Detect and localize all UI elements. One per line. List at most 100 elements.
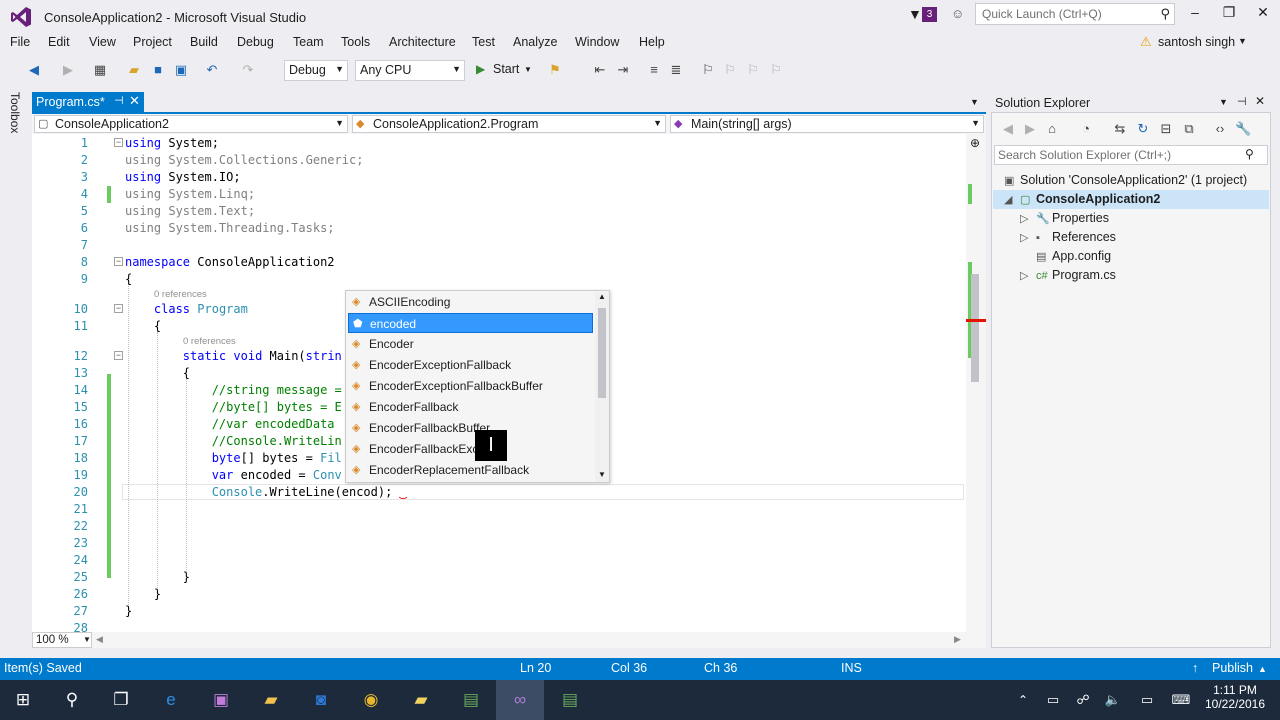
member-select[interactable]: ◆ Main(string[] args) ▼ [670, 115, 984, 133]
back-icon[interactable]: ◀ [1000, 121, 1016, 137]
intellisense-item[interactable]: ◈ EncoderExceptionFallbackBuffer [348, 376, 593, 396]
show-all-files-icon[interactable]: ⧉ [1181, 121, 1197, 137]
volume-icon[interactable]: 🔈 [1100, 688, 1126, 712]
scroll-thumb[interactable] [971, 274, 979, 382]
close-icon[interactable]: ✕ [129, 93, 140, 109]
collapse-icon[interactable]: − [114, 257, 123, 266]
home-icon[interactable]: ⌂ [1044, 121, 1060, 137]
outdent-icon[interactable]: ⇥ [615, 62, 631, 78]
app-icon[interactable]: ▤ [458, 688, 484, 712]
pending-changes-icon[interactable]: ◔ [1078, 121, 1094, 137]
expand-icon[interactable]: ▷ [1020, 269, 1036, 282]
tree-item-project[interactable]: ◢ ▢ ConsoleApplication2 [1004, 192, 1160, 206]
codelens-references[interactable]: 0 references [154, 289, 207, 300]
refresh-icon[interactable]: ↻ [1135, 121, 1151, 137]
menu-view[interactable]: View [89, 35, 116, 49]
intellisense-item[interactable]: ◈ EncoderReplacementFallback [348, 460, 593, 480]
minimize-button[interactable]: – [1180, 4, 1210, 24]
scroll-right-icon[interactable]: ▶ [954, 634, 961, 645]
notification-badge[interactable]: 3 [922, 7, 937, 22]
collapse-all-icon[interactable]: ⊟ [1158, 121, 1174, 137]
collapse-icon[interactable]: − [114, 351, 123, 360]
tray-expand-icon[interactable]: ⌃ [1010, 688, 1036, 712]
intellisense-item[interactable]: ◈ Encoder [348, 334, 593, 354]
user-dropdown-icon[interactable]: ▼ [1238, 36, 1247, 46]
sync-icon[interactable]: ⇆ [1112, 121, 1128, 137]
save-all-icon[interactable]: ▣ [173, 62, 189, 78]
menu-edit[interactable]: Edit [48, 35, 70, 49]
codelens-references[interactable]: 0 references [183, 336, 236, 347]
publish-dropdown-icon[interactable]: ▲ [1258, 664, 1267, 674]
filter-icon[interactable]: ▼ [908, 6, 922, 22]
zoom-select[interactable]: 100 % ▼ [32, 632, 92, 648]
window-position-icon[interactable]: ▼ [1219, 97, 1228, 107]
menu-help[interactable]: Help [639, 35, 665, 49]
restore-button[interactable]: ❐ [1214, 4, 1244, 24]
tab-overflow-icon[interactable]: ▼ [970, 97, 979, 107]
scroll-down-icon[interactable]: ▼ [598, 470, 606, 479]
menu-window[interactable]: Window [575, 35, 619, 49]
app-icon[interactable]: ▣ [208, 688, 234, 712]
scroll-left-icon[interactable]: ◀ [96, 634, 103, 645]
start-dropdown-icon[interactable]: ▼ [524, 65, 532, 74]
pin-icon[interactable]: ⊣ [114, 94, 124, 107]
file-explorer-icon[interactable]: ▰ [258, 688, 284, 712]
chrome-icon[interactable]: ◉ [358, 688, 384, 712]
editor-scrollbar[interactable]: ⊕ [966, 134, 986, 632]
properties-icon[interactable]: 🔧 [1235, 121, 1251, 137]
tree-item-program-cs[interactable]: ▷ c# Program.cs [1020, 268, 1116, 282]
solution-explorer-search[interactable]: Search Solution Explorer (Ctrl+;) ⚲ [994, 145, 1268, 165]
solution-platform-select[interactable]: Any CPU ▼ [355, 60, 465, 81]
toolbox-tab[interactable]: Toolbox [8, 92, 22, 133]
clear-bookmarks-icon[interactable]: ⚐ [768, 62, 784, 78]
menu-file[interactable]: File [10, 35, 30, 49]
intellisense-item[interactable]: ◈ EncoderFallbackExce [348, 439, 593, 459]
intellisense-item[interactable]: ◈ EncoderFallbackBuffer [348, 418, 593, 438]
navigate-back-icon[interactable]: ◀ [26, 62, 42, 78]
close-icon[interactable]: ✕ [1255, 94, 1265, 108]
expanded-icon[interactable]: ◢ [1004, 193, 1020, 206]
network-icon[interactable]: ☍ [1070, 688, 1096, 712]
publish-arrow-icon[interactable]: ↑ [1192, 661, 1198, 675]
close-button[interactable]: ✕ [1248, 4, 1278, 24]
bookmark-icon[interactable]: ⚐ [700, 62, 716, 78]
next-bookmark-icon[interactable]: ⚐ [745, 62, 761, 78]
outlook-icon[interactable]: ◙ [308, 688, 334, 712]
collapse-icon[interactable]: − [114, 304, 123, 313]
menu-analyze[interactable]: Analyze [513, 35, 557, 49]
go-to-icon[interactable]: ⇤ [592, 62, 608, 78]
folder-icon[interactable]: ▰ [408, 688, 434, 712]
battery-icon[interactable]: ▭ [1040, 688, 1066, 712]
tree-item-solution[interactable]: ▣ Solution 'ConsoleApplication2' (1 proje… [1004, 173, 1247, 187]
feedback-icon[interactable]: ☺ [951, 6, 964, 21]
find-in-files-icon[interactable]: ⚑ [547, 62, 563, 78]
solution-configuration-select[interactable]: Debug ▼ [284, 60, 348, 81]
view-code-icon[interactable]: ‹› [1212, 121, 1228, 137]
task-view-icon[interactable]: ❐ [108, 688, 134, 712]
intellisense-item[interactable]: ◈ EncoderFallback [348, 397, 593, 417]
menu-project[interactable]: Project [133, 35, 172, 49]
app-icon[interactable]: ▤ [557, 688, 583, 712]
new-project-icon[interactable]: ▦ [92, 62, 108, 78]
tree-item-properties[interactable]: ▷ 🔧 Properties [1020, 211, 1109, 225]
visual-studio-icon[interactable]: ∞ [507, 688, 533, 712]
pin-icon[interactable]: ⊣ [1237, 95, 1247, 108]
expand-icon[interactable]: ▷ [1020, 212, 1036, 225]
expand-icon[interactable]: ▷ [1020, 231, 1036, 244]
edge-browser-icon[interactable]: e [158, 688, 184, 712]
tree-item-app-config[interactable]: ▤ App.config [1036, 249, 1111, 263]
intellisense-item-selected[interactable]: ⬟ encoded [348, 313, 593, 333]
quick-launch-input[interactable]: Quick Launch (Ctrl+Q) ⚲ [975, 3, 1175, 25]
prev-bookmark-icon[interactable]: ⚐ [722, 62, 738, 78]
keyboard-icon[interactable]: ⌨ [1168, 688, 1194, 712]
user-name[interactable]: santosh singh [1158, 35, 1235, 49]
comment-icon[interactable]: ≡ [646, 62, 662, 78]
scroll-up-icon[interactable]: ▲ [598, 292, 606, 301]
menu-build[interactable]: Build [190, 35, 218, 49]
intellisense-item[interactable]: ◈ EncoderExceptionFallback [348, 355, 593, 375]
intellisense-scrollbar[interactable]: ▲ ▼ [595, 292, 609, 482]
navigate-forward-icon[interactable]: ▶ [60, 62, 76, 78]
menu-debug[interactable]: Debug [237, 35, 274, 49]
start-icon[interactable]: ▶ [476, 62, 485, 76]
redo-icon[interactable]: ↷ [240, 62, 256, 78]
